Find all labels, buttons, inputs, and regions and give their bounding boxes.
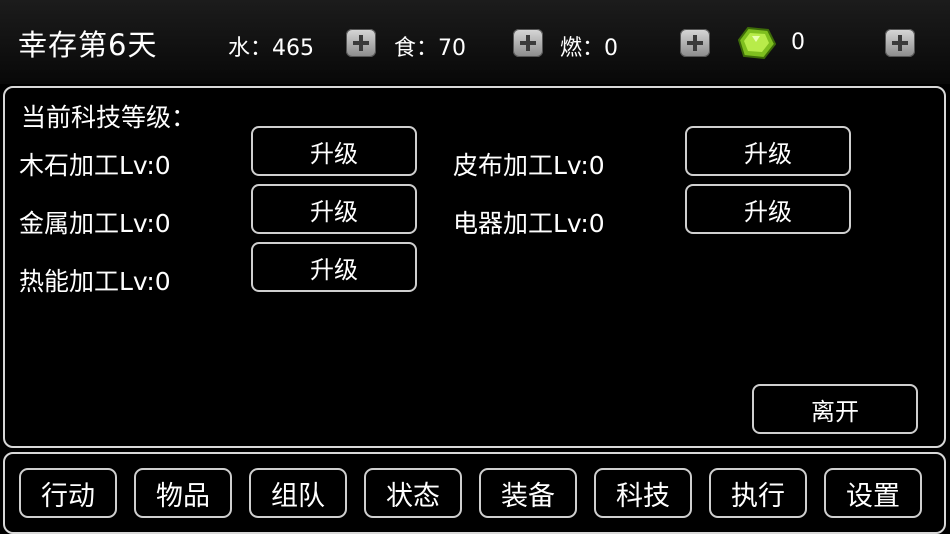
- food-stat: 食：70: [394, 36, 466, 61]
- add-gem-button[interactable]: [885, 29, 915, 57]
- tech-label-wood-stone: 木石加工Lv:0: [19, 151, 171, 180]
- nav-action-button[interactable]: 行动: [19, 468, 117, 518]
- upgrade-metal-button[interactable]: 升级: [251, 184, 417, 234]
- add-food-button[interactable]: [513, 29, 543, 57]
- tech-label-thermal: 热能加工Lv:0: [19, 267, 171, 296]
- tech-label-electrical: 电器加工Lv:0: [453, 209, 605, 238]
- top-status-bar: 幸存第6天 水：465 食：70 燃：0 0: [0, 0, 950, 84]
- nav-status-button[interactable]: 状态: [364, 468, 462, 518]
- nav-team-button[interactable]: 组队: [249, 468, 347, 518]
- upgrade-leather-cloth-button[interactable]: 升级: [685, 126, 851, 176]
- nav-settings-button[interactable]: 设置: [824, 468, 922, 518]
- gem-count: 0: [791, 30, 805, 55]
- green-gem-icon: [738, 26, 776, 60]
- leave-button[interactable]: 离开: [752, 384, 918, 434]
- survival-day-title: 幸存第6天: [18, 28, 158, 62]
- add-fuel-button[interactable]: [680, 29, 710, 57]
- upgrade-wood-stone-button[interactable]: 升级: [251, 126, 417, 176]
- fuel-stat: 燃：0: [560, 36, 618, 61]
- upgrade-electrical-button[interactable]: 升级: [685, 184, 851, 234]
- nav-execute-button[interactable]: 执行: [709, 468, 807, 518]
- tech-level-heading: 当前科技等级：: [21, 103, 197, 132]
- tech-label-leather-cloth: 皮布加工Lv:0: [453, 151, 605, 180]
- bottom-nav-bar: 行动 物品 组队 状态 装备 科技 执行 设置: [3, 452, 946, 534]
- tech-label-metal: 金属加工Lv:0: [19, 209, 171, 238]
- upgrade-thermal-button[interactable]: 升级: [251, 242, 417, 292]
- nav-equipment-button[interactable]: 装备: [479, 468, 577, 518]
- add-water-button[interactable]: [346, 29, 376, 57]
- nav-items-button[interactable]: 物品: [134, 468, 232, 518]
- nav-tech-button[interactable]: 科技: [594, 468, 692, 518]
- tech-panel: 当前科技等级： 木石加工Lv:0 升级 皮布加工Lv:0 升级 金属加工Lv:0…: [3, 86, 946, 448]
- water-stat: 水：465: [228, 36, 314, 61]
